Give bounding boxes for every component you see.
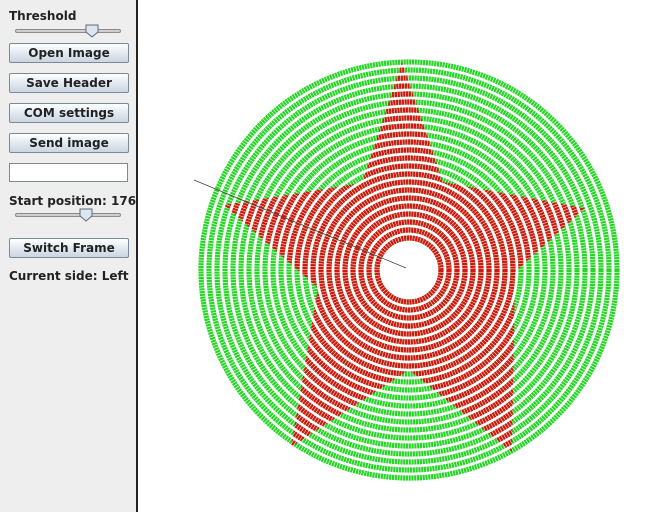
- threshold-slider[interactable]: [15, 24, 121, 40]
- com-settings-button[interactable]: COM settings: [9, 103, 129, 123]
- control-panel: Threshold Open Image Save Header COM set…: [0, 0, 136, 512]
- open-image-button[interactable]: Open Image: [9, 43, 129, 63]
- spiral-ring: [310, 171, 508, 369]
- current-side-label: Current side: Left: [9, 269, 129, 283]
- threshold-slider-track[interactable]: [15, 29, 121, 33]
- threshold-slider-thumb[interactable]: [85, 24, 99, 38]
- start-position-slider[interactable]: [15, 208, 121, 224]
- start-position-slider-thumb[interactable]: [79, 208, 93, 222]
- spiral-star-preview: [193, 59, 620, 481]
- switch-frame-button[interactable]: Switch Frame: [9, 238, 129, 258]
- spiral-ring: [230, 91, 588, 449]
- threshold-label: Threshold: [9, 9, 77, 23]
- start-position-label: Start position: 176: [9, 194, 137, 208]
- spiral-ring: [374, 235, 444, 305]
- start-position-slider-track[interactable]: [15, 213, 121, 217]
- image-preview-canvas: [138, 0, 663, 512]
- spiral-ring: [342, 203, 476, 337]
- text-input[interactable]: [9, 163, 128, 182]
- spiral-ring: [206, 67, 612, 473]
- send-image-button[interactable]: Send image: [9, 133, 129, 153]
- save-header-button[interactable]: Save Header: [9, 73, 129, 93]
- spiral-ring: [366, 227, 452, 313]
